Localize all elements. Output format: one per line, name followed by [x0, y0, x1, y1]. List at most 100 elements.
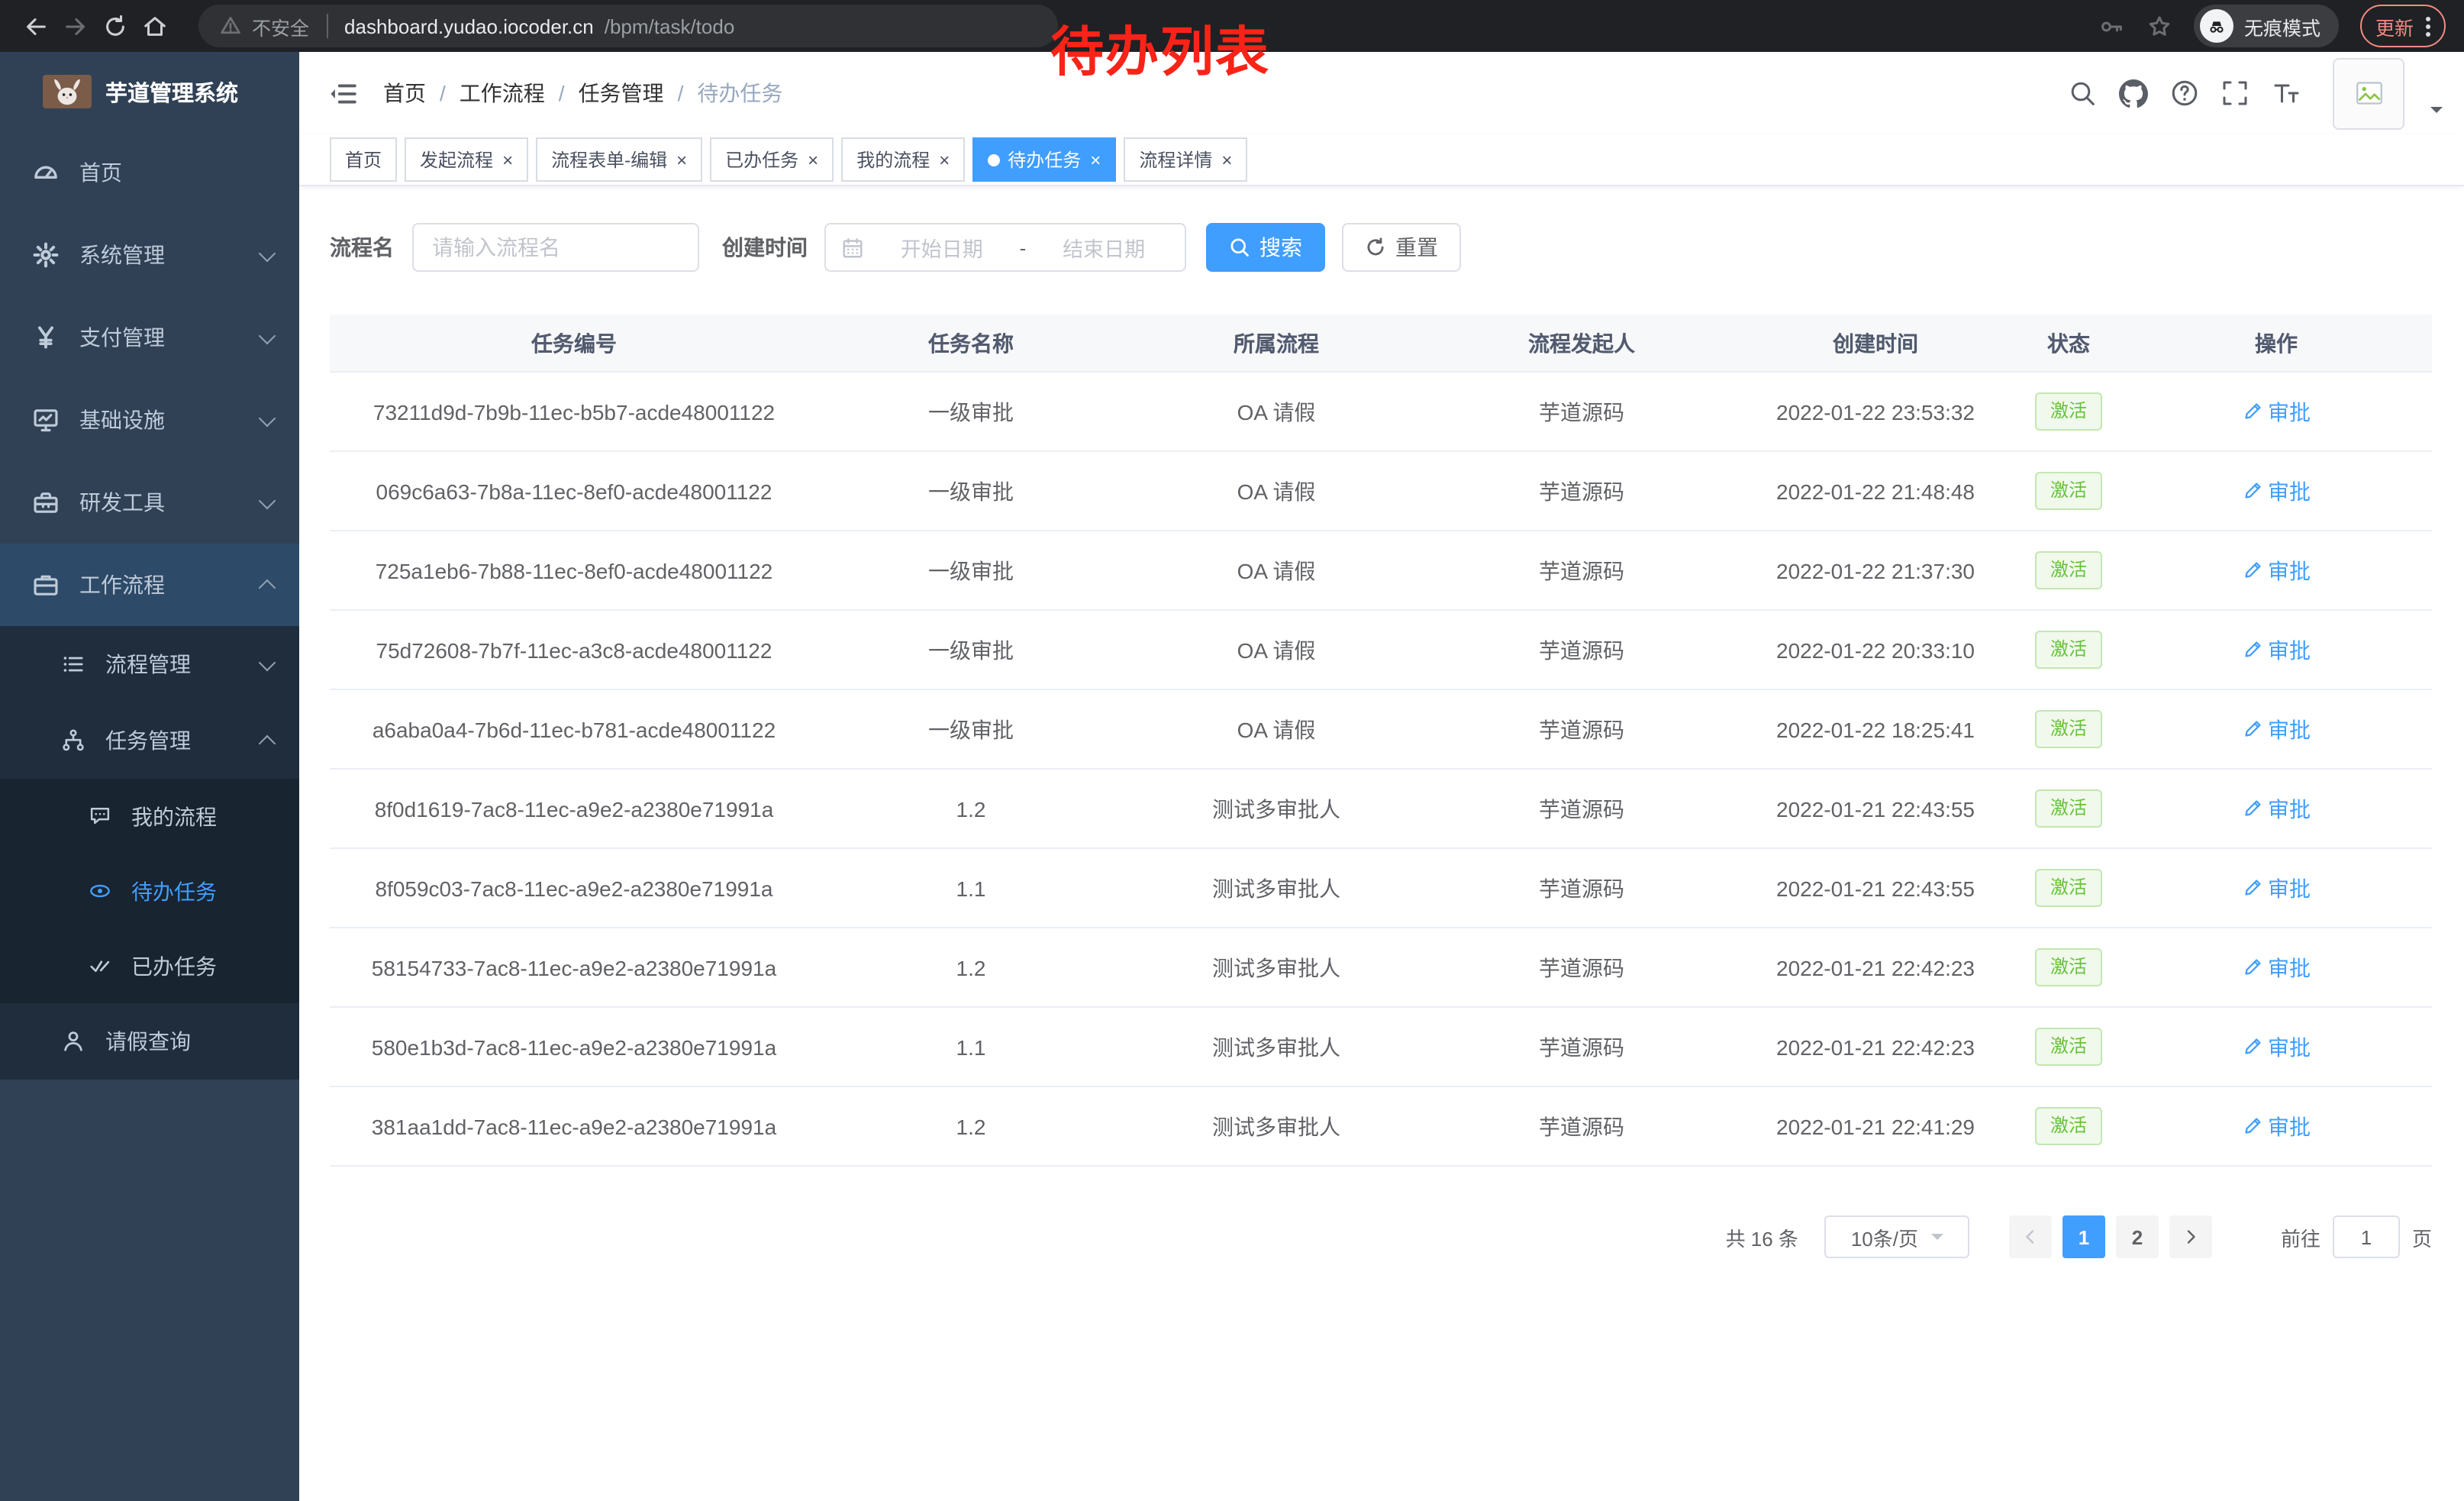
- search-icon[interactable]: [2069, 79, 2096, 107]
- pencil-icon: [2242, 481, 2262, 501]
- process-name-input[interactable]: [412, 223, 699, 272]
- prev-page-button[interactable]: [2009, 1215, 2052, 1258]
- audit-link[interactable]: 审批: [2242, 634, 2311, 665]
- sidebar-item-leave-query[interactable]: 请假查询: [0, 1003, 299, 1080]
- audit-link[interactable]: 审批: [2242, 793, 2311, 824]
- sidebar-item-my-process[interactable]: 我的流程: [0, 779, 299, 854]
- browser-back-button[interactable]: [15, 6, 55, 46]
- task-action-cell: 审批: [2121, 372, 2432, 451]
- gear-icon: [32, 241, 60, 269]
- close-tab-icon[interactable]: [676, 150, 687, 169]
- task-initiator-cell: 芋道源码: [1429, 689, 1734, 769]
- help-icon[interactable]: [2171, 79, 2198, 107]
- password-key-icon[interactable]: [2099, 13, 2125, 39]
- page-size-select[interactable]: 10条/页: [1824, 1215, 1969, 1258]
- next-page-button[interactable]: [2169, 1215, 2212, 1258]
- table-row: a6aba0a4-7b6d-11ec-b781-acde48001122 一级审…: [330, 689, 2432, 769]
- fullscreen-icon[interactable]: [2221, 79, 2249, 107]
- close-tab-icon[interactable]: [1090, 150, 1101, 169]
- collapse-sidebar-icon[interactable]: [328, 79, 357, 108]
- toolbox-icon: [32, 489, 60, 516]
- tab-start-process[interactable]: 发起流程: [405, 137, 528, 182]
- browser-menu-icon[interactable]: [2426, 16, 2430, 36]
- monitor-icon: [32, 406, 60, 434]
- create-time-range-picker[interactable]: 开始日期 - 结束日期: [824, 223, 1186, 272]
- audit-link[interactable]: 审批: [2242, 476, 2311, 506]
- tab-todo-tasks[interactable]: 待办任务: [972, 137, 1116, 182]
- security-label[interactable]: 不安全: [252, 11, 309, 40]
- tab-home[interactable]: 首页: [330, 137, 397, 182]
- close-tab-icon[interactable]: [808, 150, 818, 169]
- task-action-cell: 审批: [2121, 610, 2432, 689]
- task-status-cell: 激活: [2017, 928, 2121, 1007]
- date-range-separator: -: [1020, 236, 1027, 259]
- browser-update-button[interactable]: 更新: [2360, 5, 2446, 47]
- sidebar-item-workflow[interactable]: 工作流程: [0, 544, 299, 626]
- sidebar-item-todo-tasks[interactable]: 待办任务: [0, 854, 299, 928]
- breadcrumb-item[interactable]: 工作流程: [460, 78, 545, 108]
- pencil-icon: [2242, 878, 2262, 898]
- bookmark-star-icon[interactable]: [2146, 13, 2172, 39]
- chevron-down-icon: [1930, 1234, 1943, 1246]
- goto-page-input[interactable]: [2333, 1215, 2400, 1258]
- audit-link[interactable]: 审批: [2242, 873, 2311, 903]
- dashboard-icon: [32, 159, 60, 186]
- breadcrumb-separator: /: [559, 81, 565, 105]
- tab-process-form-edit[interactable]: 流程表单-编辑: [536, 137, 702, 182]
- chat-icon: [89, 805, 111, 828]
- user-avatar[interactable]: [2333, 57, 2404, 129]
- page-button-2[interactable]: 2: [2116, 1215, 2159, 1258]
- sidebar-item-infra[interactable]: 基础设施: [0, 379, 299, 461]
- end-date-placeholder[interactable]: 结束日期: [1038, 232, 1169, 263]
- github-icon[interactable]: [2119, 79, 2148, 108]
- audit-link[interactable]: 审批: [2242, 396, 2311, 427]
- browser-home-button[interactable]: [134, 6, 174, 46]
- sidebar-item-label: 任务管理: [105, 725, 241, 756]
- audit-link[interactable]: 审批: [2242, 1111, 2311, 1141]
- sidebar-logo[interactable]: 芋道管理系统: [0, 52, 299, 131]
- sidebar-item-devtools[interactable]: 研发工具: [0, 461, 299, 544]
- page-button-1[interactable]: 1: [2062, 1215, 2105, 1258]
- close-tab-icon[interactable]: [502, 150, 513, 169]
- close-tab-icon[interactable]: [1221, 150, 1232, 169]
- avatar-dropdown-caret-icon[interactable]: [2430, 107, 2443, 119]
- tab-my-process[interactable]: 我的流程: [841, 137, 965, 182]
- browser-reload-button[interactable]: [95, 6, 134, 46]
- font-size-icon[interactable]: [2272, 79, 2301, 107]
- address-bar[interactable]: 不安全 dashboard.yudao.iocoder.cn/bpm/task/…: [198, 5, 1058, 47]
- task-status-cell: 激活: [2017, 1007, 2121, 1086]
- update-label[interactable]: 更新: [2375, 11, 2414, 40]
- breadcrumb-item[interactable]: 首页: [383, 78, 426, 108]
- breadcrumb-item[interactable]: 任务管理: [579, 78, 664, 108]
- audit-link[interactable]: 审批: [2242, 555, 2311, 586]
- audit-link[interactable]: 审批: [2242, 952, 2311, 983]
- table-row: 8f059c03-7ac8-11ec-a9e2-a2380e71991a 1.1…: [330, 848, 2432, 928]
- create-time-label: 创建时间: [722, 232, 808, 263]
- search-button[interactable]: 搜索: [1206, 223, 1325, 272]
- sidebar-item-payment[interactable]: 支付管理: [0, 296, 299, 379]
- tab-done-tasks[interactable]: 已办任务: [710, 137, 834, 182]
- close-tab-icon[interactable]: [939, 150, 950, 169]
- task-initiator-cell: 芋道源码: [1429, 928, 1734, 1007]
- tab-process-detail[interactable]: 流程详情: [1124, 137, 1247, 182]
- sidebar-item-process-management[interactable]: 流程管理: [0, 626, 299, 702]
- reset-button[interactable]: 重置: [1342, 223, 1461, 272]
- task-created-cell: 2022-01-22 20:33:10: [1734, 610, 2017, 689]
- audit-link[interactable]: 审批: [2242, 714, 2311, 744]
- sidebar-item-task-management[interactable]: 任务管理: [0, 702, 299, 779]
- sidebar-item-system[interactable]: 系统管理: [0, 214, 299, 296]
- status-badge: 激活: [2035, 472, 2102, 510]
- table-row: 58154733-7ac8-11ec-a9e2-a2380e71991a 1.2…: [330, 928, 2432, 1007]
- tags-view-bar: 首页 发起流程 流程表单-编辑 已办任务 我的流程 待办任务 流程详情: [299, 134, 2464, 186]
- filter-bar: 流程名 创建时间 开始日期 - 结束日期 搜索 重: [330, 223, 2432, 272]
- browser-forward-button[interactable]: [55, 6, 95, 46]
- audit-link[interactable]: 审批: [2242, 1031, 2311, 1062]
- task-process-cell: OA 请假: [1124, 689, 1429, 769]
- start-date-placeholder[interactable]: 开始日期: [876, 232, 1008, 263]
- tab-label: 流程详情: [1139, 147, 1212, 173]
- table-row: 725a1eb6-7b88-11ec-8ef0-acde48001122 一级审…: [330, 531, 2432, 610]
- task-action-cell: 审批: [2121, 1007, 2432, 1086]
- sidebar-item-home[interactable]: 首页: [0, 131, 299, 214]
- sidebar-item-done-tasks[interactable]: 已办任务: [0, 928, 299, 1003]
- top-navbar: 首页 / 工作流程 / 任务管理 / 待办任务: [299, 52, 2464, 134]
